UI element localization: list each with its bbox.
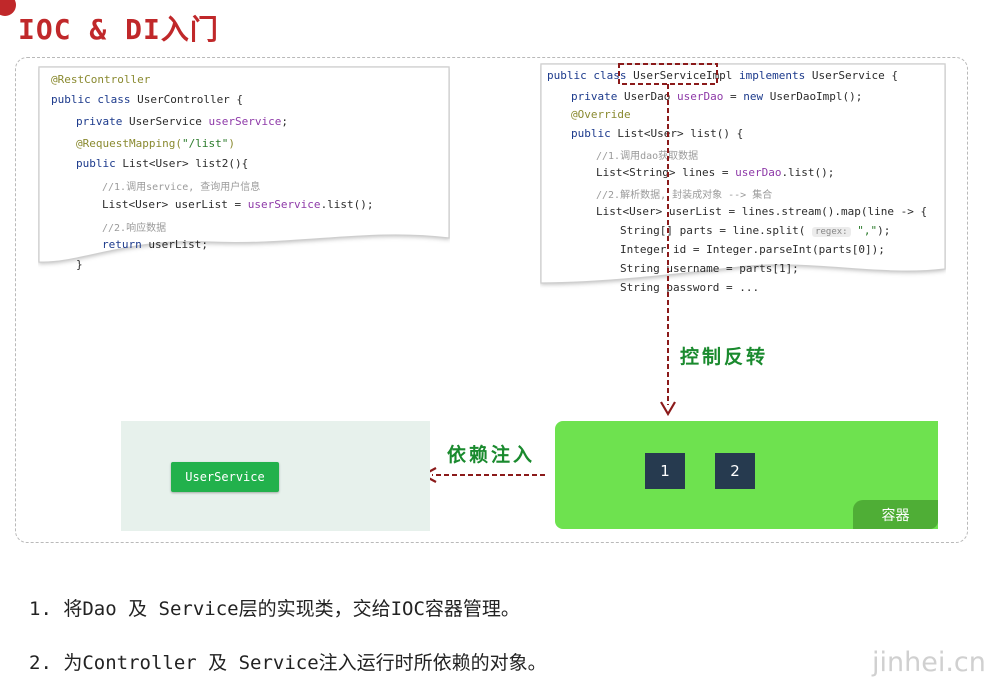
ioc-arrow-head [660, 401, 676, 417]
impl-highlight-box [618, 63, 718, 85]
container-bean-2: 2 [715, 453, 755, 489]
container-label: 容器 [853, 500, 938, 529]
di-label: 依赖注入 [447, 444, 536, 466]
point-1: 1. 将Dao 及 Service层的实现类，交给IOC容器管理。 [29, 598, 520, 620]
arrows-layer [420, 63, 718, 483]
user-service-button[interactable]: UserService [171, 462, 279, 492]
watermark: jinhei.cn [872, 647, 986, 678]
point-2: 2. 为Controller 及 Service注入运行时所依赖的对象。 [29, 652, 547, 674]
container-bean-1: 1 [645, 453, 685, 489]
ioc-label: 控制反转 [680, 346, 769, 368]
